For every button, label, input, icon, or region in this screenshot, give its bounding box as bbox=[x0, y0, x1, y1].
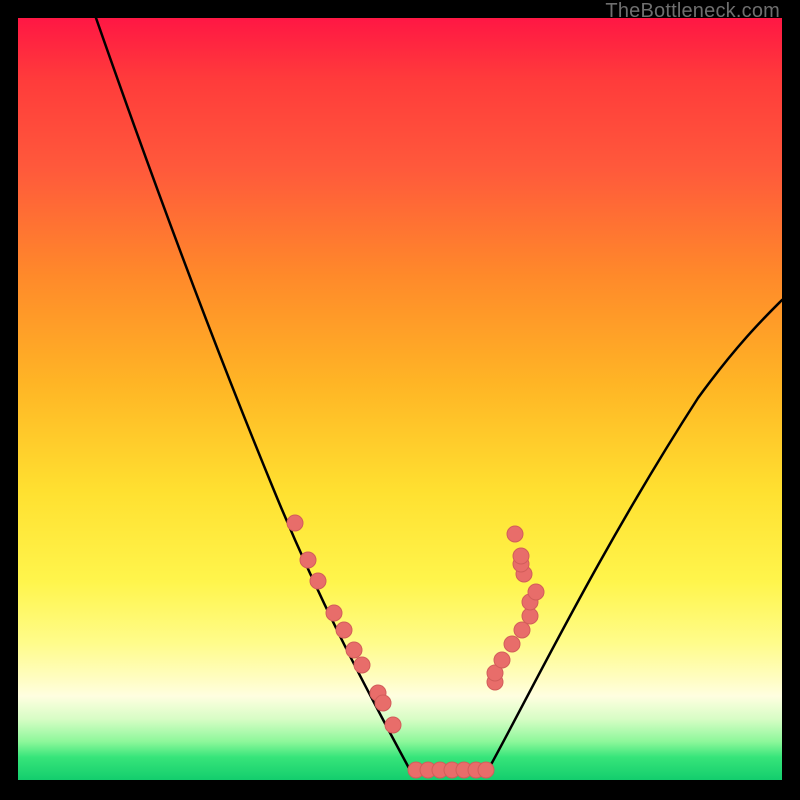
chart-plot-area bbox=[18, 18, 782, 780]
right-dot-8 bbox=[528, 584, 544, 600]
chart-svg bbox=[18, 18, 782, 780]
right-dot-12 bbox=[507, 526, 523, 542]
left-dot-4 bbox=[326, 605, 342, 621]
watermark-text: TheBottleneck.com bbox=[605, 0, 780, 23]
left-dot-2 bbox=[300, 552, 316, 568]
left-dot-10 bbox=[385, 717, 401, 733]
left-dot-3 bbox=[310, 573, 326, 589]
right-dot-11 bbox=[513, 548, 529, 564]
left-dot-1 bbox=[287, 515, 303, 531]
left-dot-6 bbox=[346, 642, 362, 658]
right-dot-3 bbox=[494, 652, 510, 668]
right-curve bbox=[488, 300, 782, 770]
right-dot-4 bbox=[504, 636, 520, 652]
left-dot-7 bbox=[354, 657, 370, 673]
flat-dot-7 bbox=[478, 762, 494, 778]
chart-frame: TheBottleneck.com bbox=[0, 0, 800, 800]
left-dot-9 bbox=[375, 695, 391, 711]
right-dot-5 bbox=[514, 622, 530, 638]
left-dot-5 bbox=[336, 622, 352, 638]
